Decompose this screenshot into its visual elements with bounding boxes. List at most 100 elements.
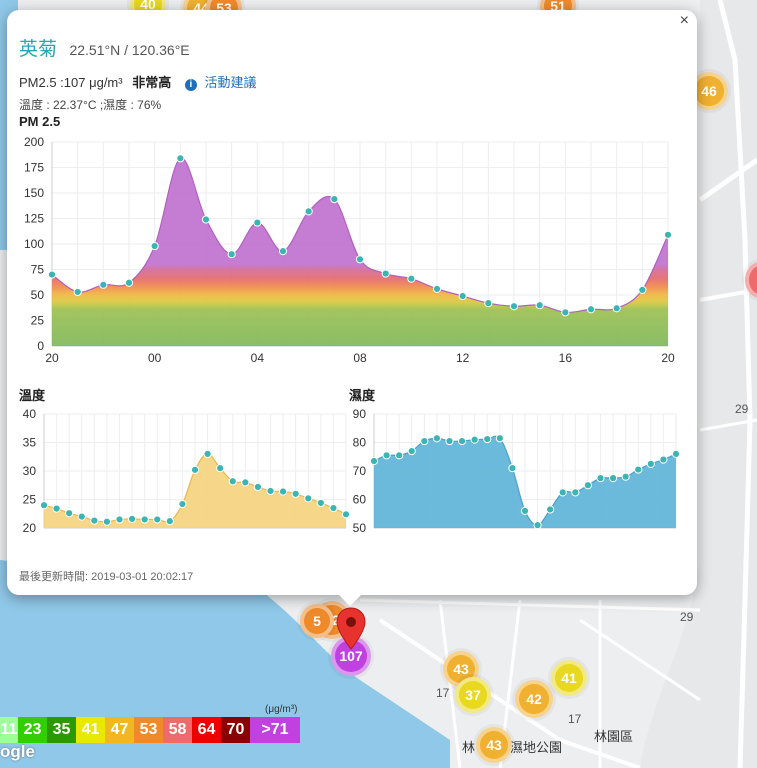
y-tick-label: 50 (353, 521, 367, 535)
data-point (201, 215, 211, 224)
road-label-17: 17 (436, 686, 450, 700)
data-point (533, 521, 542, 530)
x-tick-label: 00 (148, 351, 162, 365)
legend-item-5: 53 (134, 717, 163, 743)
y-tick-label: 60 (353, 493, 367, 507)
info-icon[interactable]: i (184, 79, 197, 91)
y-tick-label: 40 (23, 407, 37, 421)
data-point (509, 302, 519, 311)
data-point (304, 207, 313, 216)
data-point (165, 517, 174, 526)
data-point (77, 512, 86, 521)
y-tick-label: 70 (353, 464, 367, 478)
temperature-chart: 20 25 30 35 40 (23, 407, 351, 535)
data-point (638, 285, 647, 294)
pm-value: PM2.5 :107 μg/m³ (19, 75, 123, 90)
data-point (634, 465, 643, 474)
close-icon[interactable]: × (680, 12, 689, 30)
data-point (382, 451, 391, 460)
y-tick-label: 200 (24, 135, 44, 149)
data-point (369, 456, 379, 466)
place-label-linyuan: 林園區 (594, 729, 634, 744)
data-point (470, 435, 479, 444)
data-point (646, 459, 655, 468)
data-point (73, 287, 82, 297)
legend-unit: (μg/m³) (265, 704, 298, 715)
data-point (228, 477, 237, 486)
map-cluster[interactable]: 41 (551, 660, 587, 696)
data-point (99, 280, 108, 289)
data-point (520, 506, 530, 516)
data-point (291, 489, 300, 498)
y-tick-label: 90 (353, 407, 367, 421)
data-point (445, 436, 454, 446)
legend-item-3: 41 (76, 717, 105, 743)
y-tick-label: 175 (24, 161, 44, 175)
data-point (612, 304, 621, 313)
map-cluster[interactable]: 5 (300, 604, 334, 638)
y-tick-label: 75 (31, 263, 45, 277)
x-tick-label: 12 (456, 351, 470, 365)
data-point (432, 284, 442, 293)
pm-reading-row: PM2.5 :107 μg/m³ 非常高 i 活動建議 (19, 72, 257, 91)
data-point (241, 478, 250, 487)
data-point (304, 494, 313, 503)
data-point (484, 299, 493, 308)
data-point (571, 488, 580, 497)
data-point (124, 278, 134, 287)
humidity-chart: 50 60 70 80 90 (353, 407, 681, 535)
data-point (102, 517, 112, 526)
data-point (483, 434, 492, 444)
data-point (395, 451, 404, 460)
data-point (596, 474, 605, 483)
data-point (671, 449, 681, 459)
google-logo: ogle (0, 742, 35, 761)
data-point (495, 434, 504, 443)
data-point (355, 255, 365, 264)
data-point (140, 515, 149, 524)
legend-item-7: 64 (192, 717, 221, 743)
x-tick-label: 20 (661, 351, 675, 365)
y-tick-label: 80 (353, 436, 367, 450)
map-cluster[interactable]: 37 (455, 677, 491, 713)
y-tick-label: 25 (31, 314, 45, 328)
pm-level: 非常高 (132, 75, 172, 90)
map-cluster[interactable]: 42 (515, 680, 553, 718)
y-tick-label: 30 (23, 464, 37, 478)
data-point (127, 514, 137, 523)
data-point (659, 455, 668, 464)
data-point (47, 270, 57, 279)
station-coords: 22.51°N / 120.36°E (69, 42, 190, 58)
legend-item-9: >71 (250, 717, 300, 743)
x-tick-label: 08 (353, 351, 367, 365)
data-point (381, 269, 390, 278)
data-point (330, 195, 339, 204)
aqi-legend: 11 23 35 41 47 53 58 64 70 >71 (0, 717, 300, 743)
activity-advice-link[interactable]: 活動建議 (204, 75, 256, 90)
data-point (153, 515, 162, 524)
data-point (608, 474, 618, 483)
place-label-lin: 林 (462, 740, 476, 755)
y-tick-label: 125 (24, 212, 44, 226)
legend-item-8: 70 (221, 717, 250, 743)
map-cluster[interactable]: 43 (476, 727, 512, 763)
station-name: 英菊 (19, 39, 58, 60)
data-point (266, 486, 275, 496)
data-point (216, 464, 225, 473)
x-tick-label: 04 (251, 351, 265, 365)
pm-chart-title: PM 2.5 (19, 114, 61, 129)
data-point (278, 247, 288, 256)
data-point (253, 218, 262, 227)
data-point (432, 434, 442, 443)
last-updated: 最後更新時間: 2019-03-01 20:02:17 (19, 571, 194, 583)
y-tick-label: 25 (23, 493, 37, 507)
y-tick-label: 35 (23, 436, 37, 450)
data-point (561, 308, 570, 317)
data-point (586, 305, 596, 314)
map-marker-pin-icon[interactable] (336, 607, 366, 651)
road-label-29: 29 (680, 610, 694, 624)
data-point (115, 515, 124, 524)
data-point (90, 516, 99, 525)
data-point (407, 446, 416, 456)
popup-title-row: 英菊 22.51°N / 120.36°E (19, 34, 190, 61)
